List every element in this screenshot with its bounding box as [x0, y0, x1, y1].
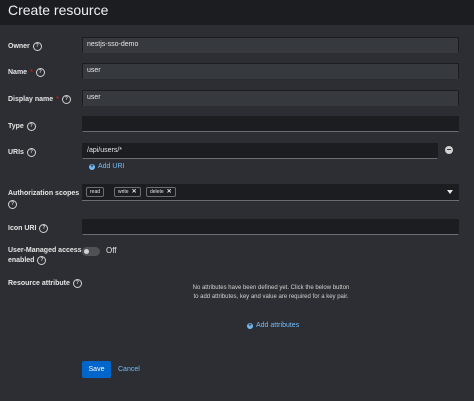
caret-down-icon[interactable]	[447, 190, 453, 194]
help-circle-icon[interactable]: ?	[32, 42, 42, 51]
display-name-field[interactable]: user	[82, 90, 459, 106]
plus-circle-icon: +	[247, 322, 253, 329]
resource-attribute-label: Resource attribute ?	[8, 279, 82, 288]
plus-circle-icon: +	[89, 163, 95, 170]
authorization-scopes-help: ?	[8, 200, 17, 209]
user-managed-access-label: User-Managed access	[8, 246, 82, 255]
cancel-button[interactable]: Cancel	[118, 361, 140, 378]
help-circle-icon[interactable]: ?	[37, 256, 47, 265]
times-icon[interactable]: ✕	[167, 188, 172, 196]
type-label-text: Type	[8, 123, 24, 130]
toggle-state-label: Off	[106, 246, 117, 255]
scope-chip-write: write ✕	[114, 187, 141, 197]
help-circle-icon[interactable]: ?	[8, 200, 17, 209]
type-field[interactable]	[82, 116, 459, 132]
display-name-label: Display name * ?	[8, 95, 71, 104]
chip-label: delete	[150, 189, 164, 195]
help-circle-icon[interactable]: ?	[61, 95, 71, 104]
owner-label-text: Owner	[8, 43, 30, 50]
authorization-scopes-select[interactable]: read write ✕ delete ✕	[82, 184, 459, 201]
page-title: Create resource	[8, 2, 109, 18]
attributes-empty-state: No attributes have been defined yet. Cli…	[192, 285, 350, 300]
scope-chip-read: read	[86, 187, 105, 197]
type-label: Type ?	[8, 122, 36, 131]
add-uri-label: Add URI	[98, 163, 125, 170]
help-circle-icon[interactable]: ?	[72, 279, 82, 288]
name-label: Name * ?	[8, 68, 45, 77]
save-button[interactable]: Save	[82, 361, 111, 378]
user-managed-access-label-2: enabled ?	[8, 256, 47, 265]
name-label-text: Name	[8, 69, 28, 76]
chip-label: write	[118, 189, 129, 195]
add-attributes-button[interactable]: + Add attributes	[247, 322, 299, 329]
uris-label: URIs ?	[8, 148, 36, 157]
user-managed-access-toggle[interactable]	[82, 247, 100, 256]
icon-uri-field[interactable]	[82, 219, 459, 235]
help-circle-icon[interactable]: ?	[35, 68, 45, 77]
help-circle-icon[interactable]: ?	[26, 122, 36, 131]
minus-circle-icon[interactable]: −	[445, 146, 453, 154]
user-managed-access-label-line2: enabled	[8, 257, 35, 264]
help-circle-icon[interactable]: ?	[39, 224, 49, 233]
required-mark: *	[30, 69, 33, 76]
add-uri-button[interactable]: + Add URI	[89, 163, 124, 170]
toggle-knob	[84, 249, 89, 254]
authorization-scopes-label: Authorization scopes	[8, 189, 79, 198]
form-panel	[0, 25, 474, 401]
required-mark: *	[56, 96, 59, 103]
display-name-label-text: Display name	[8, 96, 54, 103]
scope-chip-delete: delete ✕	[146, 187, 176, 197]
help-circle-icon[interactable]: ?	[26, 148, 36, 157]
owner-label: Owner ?	[8, 42, 42, 51]
uri-field[interactable]: /api/users/*	[82, 143, 438, 159]
add-attributes-label: Add attributes	[256, 322, 300, 329]
user-managed-access-label-line1: User-Managed access	[8, 247, 82, 254]
owner-field: nestjs-sso-demo	[82, 37, 459, 53]
page-header: Create resource	[0, 0, 474, 25]
chip-label: read	[90, 189, 101, 195]
resource-attribute-label-text: Resource attribute	[8, 280, 70, 287]
icon-uri-label: Icon URI ?	[8, 224, 49, 233]
authorization-scopes-label-text: Authorization scopes	[8, 190, 80, 197]
uris-label-text: URIs	[8, 149, 24, 156]
times-icon[interactable]: ✕	[132, 188, 137, 196]
icon-uri-label-text: Icon URI	[8, 225, 37, 232]
name-field[interactable]: user	[82, 63, 459, 79]
